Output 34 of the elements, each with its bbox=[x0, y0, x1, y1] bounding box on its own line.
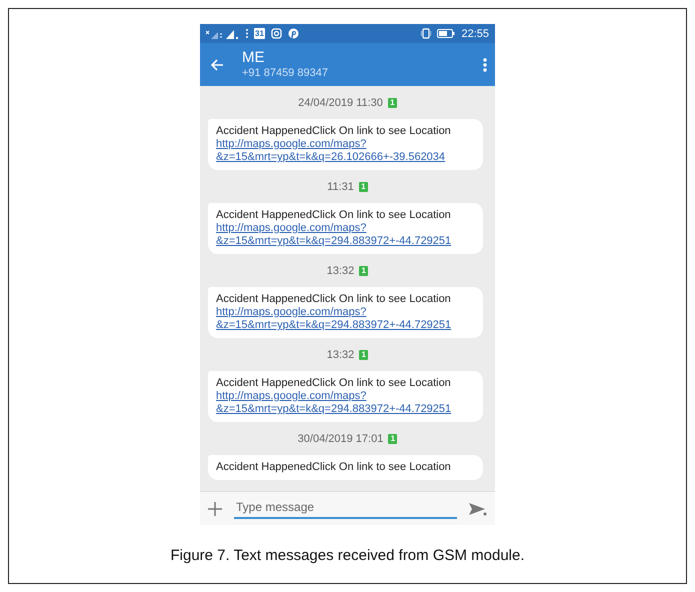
signal-icon bbox=[206, 28, 240, 38]
message-timestamp: 11:31 bbox=[327, 180, 354, 192]
message-timestamp: 13:32 bbox=[326, 348, 354, 360]
sim-badge: 1 bbox=[388, 98, 397, 108]
message-text: Accident HappenedClick On link to see Location bbox=[216, 293, 452, 306]
clock-time: 22:55 bbox=[461, 28, 489, 40]
vibrate-icon bbox=[421, 28, 432, 39]
phone-number: +91 87459 89347 bbox=[242, 66, 329, 80]
add-icon[interactable] bbox=[208, 502, 222, 516]
camera-icon bbox=[271, 28, 282, 39]
location-link[interactable]: http://maps.google.com/maps? &z=15&mrt=yp&t=k&q=294.883972+-44.729251 bbox=[216, 390, 475, 416]
sim-badge: 1 bbox=[358, 182, 368, 192]
battery-icon bbox=[437, 29, 456, 38]
location-link[interactable]: http://maps.google.com/maps? &z=15&mrt=yp&t=k&q=26.102666+-39.562034 bbox=[216, 138, 475, 164]
location-link[interactable]: http://maps.google.com/maps? &z=15&mrt=yp&t=k&q=294.883972+-44.729251 bbox=[216, 306, 475, 332]
message-input[interactable]: Type message bbox=[234, 498, 457, 519]
sim-badge: 1 bbox=[388, 434, 398, 444]
back-arrow-icon[interactable] bbox=[210, 58, 224, 70]
pin-icon bbox=[288, 28, 299, 39]
message-text: Accident HappenedClick On link to see Location bbox=[216, 461, 452, 474]
message-timestamp: 30/04/2019 17:01 bbox=[298, 432, 384, 444]
message-timestamp: 24/04/2019 11:30 bbox=[298, 96, 383, 108]
contact-name: ME bbox=[242, 49, 266, 66]
send-icon[interactable] bbox=[469, 502, 487, 516]
figure-caption: Figure 7. Text messages received from GSM module. bbox=[170, 547, 525, 564]
overflow-menu-icon[interactable] bbox=[483, 58, 487, 72]
calendar-icon: 31 bbox=[254, 28, 265, 39]
message-text: Accident HappenedClick On link to see Location bbox=[216, 125, 452, 138]
location-link[interactable]: http://maps.google.com/maps? &z=15&mrt=yp&t=k&q=294.883972+-44.729251 bbox=[216, 222, 475, 248]
sim-badge: 1 bbox=[359, 350, 368, 360]
message-text: Accident HappenedClick On link to see Location bbox=[216, 377, 452, 390]
message-text: Accident HappenedClick On link to see Location bbox=[216, 209, 452, 222]
message-timestamp: 13:32 bbox=[326, 264, 354, 276]
sim-badge: 1 bbox=[359, 266, 368, 276]
